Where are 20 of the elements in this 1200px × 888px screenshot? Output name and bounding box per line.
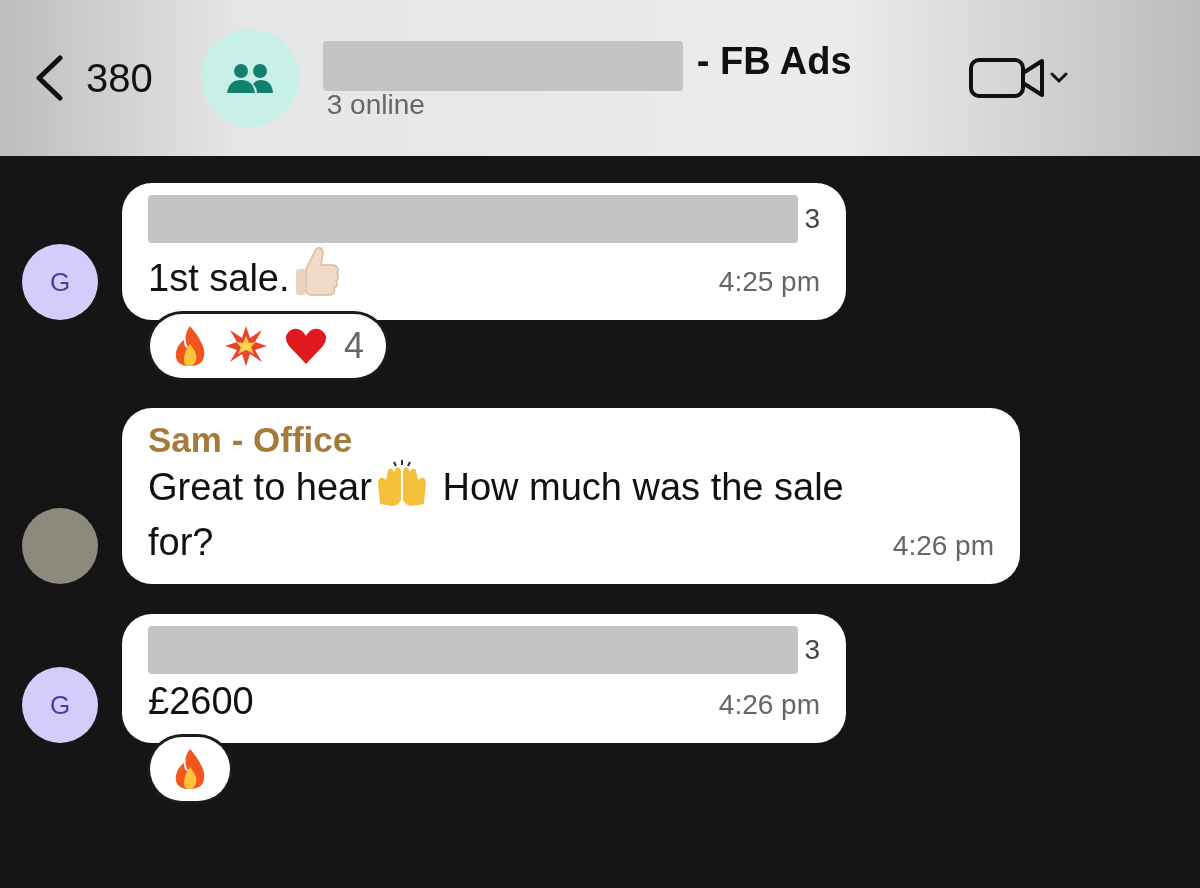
back-button[interactable]: 380 <box>34 55 153 101</box>
sender-number: 3 <box>804 203 820 235</box>
chat-title: - FB Ads <box>696 39 852 83</box>
people-icon <box>225 62 274 94</box>
reactions-pill[interactable] <box>150 737 230 802</box>
avatar-letter: G <box>22 244 98 321</box>
sender-name: Sam - Office <box>148 420 353 461</box>
online-status: 3 online <box>326 89 426 121</box>
message-text: £2600 <box>148 679 254 725</box>
message-time: 4:25 pm <box>718 266 820 300</box>
message-time: 4:26 pm <box>892 530 994 564</box>
reactions-pill[interactable]: 4 <box>150 314 387 379</box>
message-text: Great to hear How much was the sale for? <box>148 460 873 571</box>
message-time: 4:26 pm <box>718 689 820 723</box>
sender-number: 3 <box>804 634 820 667</box>
message-text: 1st sale. <box>148 243 342 307</box>
reaction-count: 4 <box>344 325 365 368</box>
avatar-letter: G <box>22 667 98 744</box>
video-call-button[interactable] <box>967 55 1070 101</box>
back-chevron-icon <box>34 55 64 101</box>
